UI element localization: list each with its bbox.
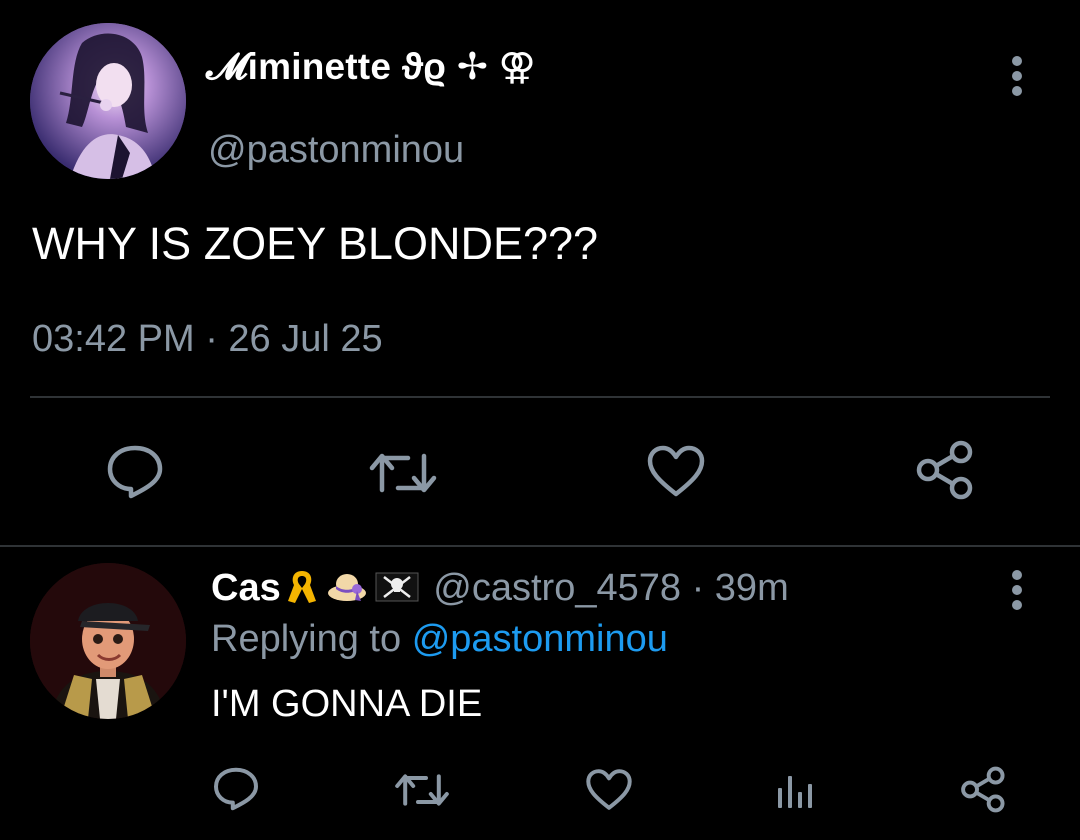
replying-handle-link[interactable]: @pastonminou — [412, 618, 668, 660]
yellow-ribbon-icon — [284, 567, 320, 615]
reply-display-name[interactable]: Cas — [211, 567, 281, 609]
share-icon[interactable] — [960, 766, 1008, 813]
pirate-flag-icon — [374, 567, 420, 615]
retweet-icon[interactable] — [368, 448, 438, 498]
reply-text: I'M GONNA DIE — [211, 683, 483, 725]
more-options-icon[interactable] — [1005, 54, 1029, 98]
reply-time[interactable]: 39m — [715, 567, 789, 609]
like-icon[interactable] — [585, 768, 633, 811]
like-icon[interactable] — [646, 444, 706, 498]
womans-hat-icon — [326, 567, 368, 615]
tweet-text: WHY IS ZOEY BLONDE??? — [32, 218, 599, 269]
divider — [30, 396, 1050, 398]
separator-dot: · — [681, 567, 715, 609]
reply-icon[interactable] — [212, 766, 260, 812]
replying-to: Replying to @pastonminou — [211, 618, 668, 661]
analytics-icon[interactable] — [776, 774, 816, 808]
share-icon[interactable] — [915, 440, 977, 500]
main-avatar[interactable] — [30, 23, 186, 179]
reply-handle[interactable]: @castro_4578 — [433, 567, 681, 609]
more-options-icon[interactable] — [1005, 568, 1029, 612]
replying-prefix: Replying to — [211, 618, 402, 660]
reply-header: Cas @castro_4578 · 39m — [211, 567, 789, 615]
user-handle[interactable]: @pastonminou — [208, 129, 464, 172]
reply-avatar[interactable] — [30, 563, 186, 719]
display-name[interactable]: 𝓜iminette ϑϱ ✢ ⚢ — [206, 45, 536, 89]
divider — [0, 545, 1080, 547]
reply-icon[interactable] — [105, 444, 165, 500]
retweet-icon[interactable] — [394, 770, 450, 810]
tweet-timestamp[interactable]: 03:42 PM · 26 Jul 25 — [32, 318, 383, 361]
